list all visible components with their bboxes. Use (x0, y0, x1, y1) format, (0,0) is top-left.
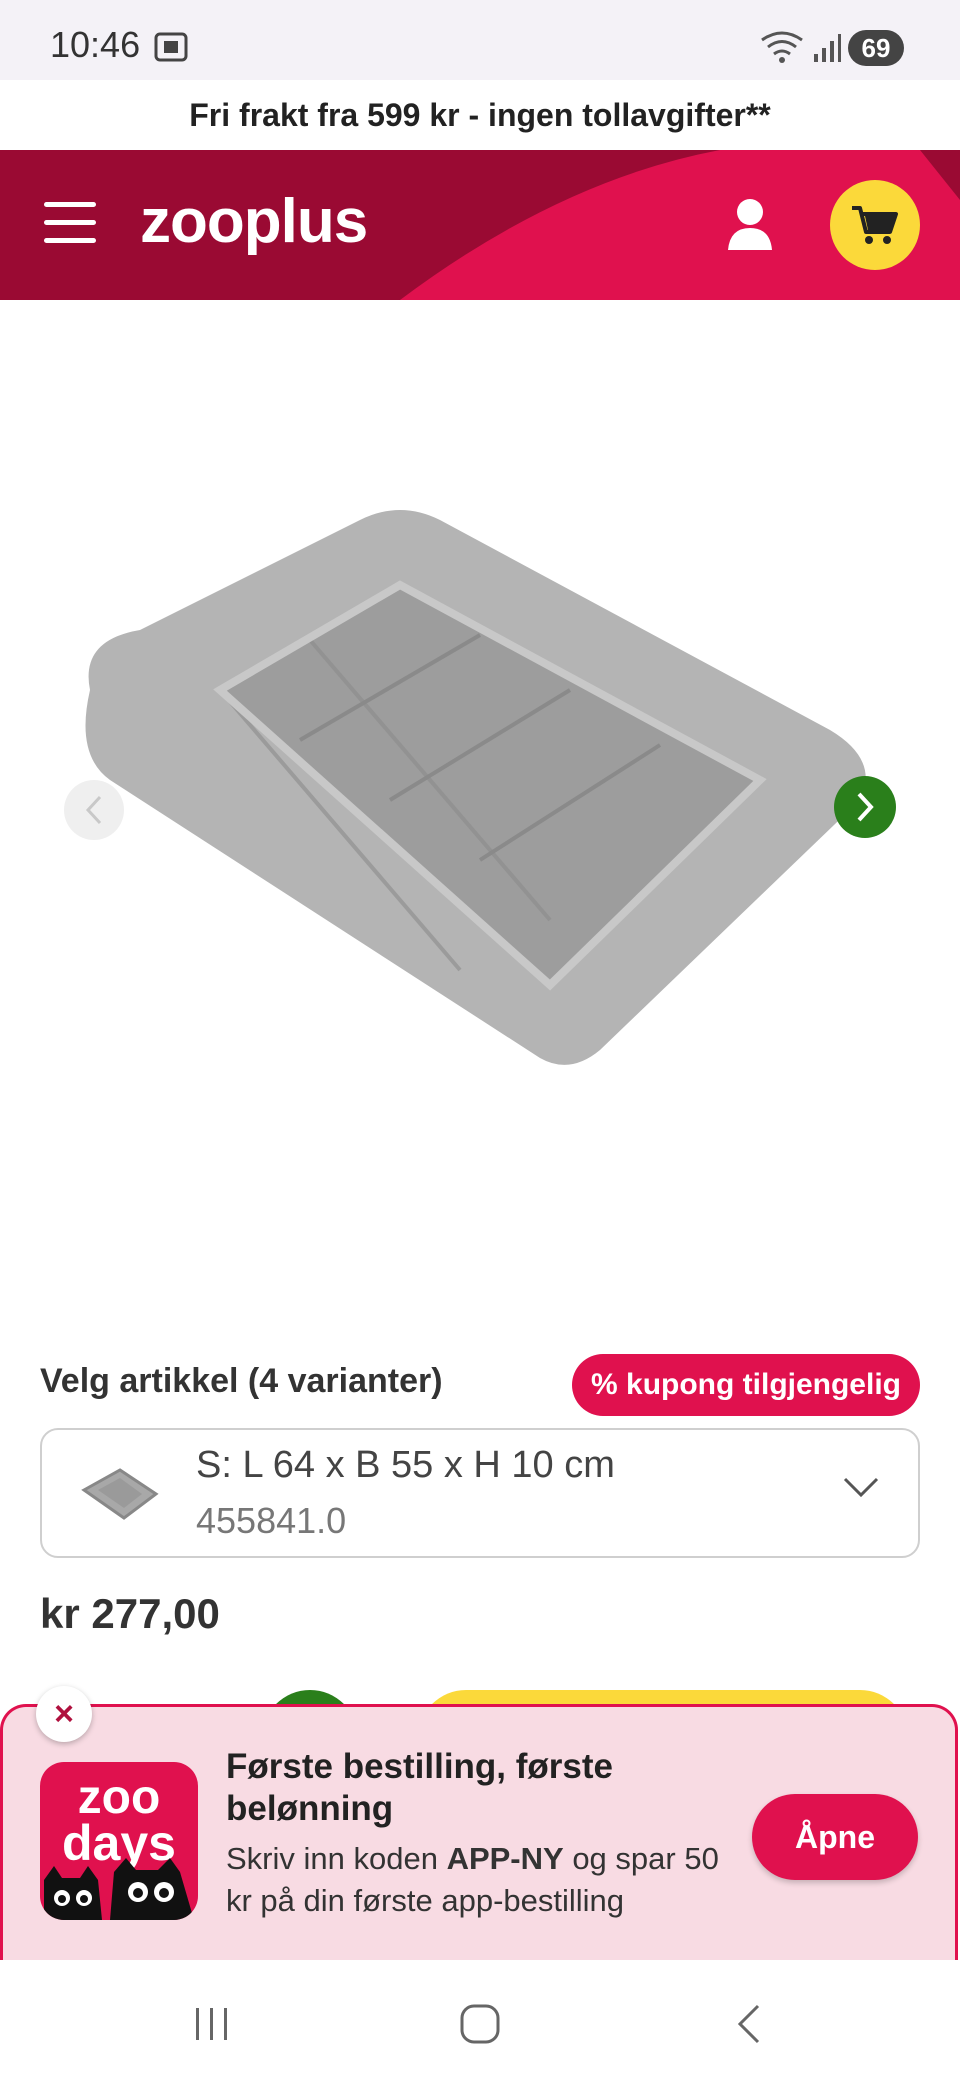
zoodays-logo: zoo days (40, 1762, 198, 1920)
account-icon[interactable] (724, 196, 776, 252)
carousel-next-button[interactable] (834, 776, 896, 838)
product-price: kr 277,00 (40, 1590, 220, 1637)
banner-title: Første bestilling, første belønning (226, 1747, 613, 1828)
chevron-left-icon (85, 795, 102, 825)
variant-sku: 455841.0 (196, 1500, 347, 1541)
recent-apps-icon[interactable] (192, 2004, 232, 2044)
chevron-down-icon (843, 1477, 879, 1498)
shipping-promo-text[interactable]: Fri frakt fra 599 kr - ingen tollavgifte… (0, 80, 960, 150)
cart-button[interactable] (830, 180, 920, 270)
site-header: zooplus (0, 150, 960, 300)
banner-text: Skriv inn koden APP-NY og spar 50 kr på … (226, 1841, 719, 1918)
carousel-prev-button[interactable] (64, 780, 124, 840)
status-time: 10:46 (50, 24, 141, 65)
product-image-pet-bed[interactable] (70, 480, 890, 1100)
signal-icon (812, 32, 842, 64)
home-icon[interactable] (458, 2002, 502, 2046)
wifi-icon (760, 30, 804, 64)
cats-illustration (44, 1858, 194, 1920)
open-app-button[interactable]: Åpne (752, 1794, 918, 1880)
screenshot-icon (154, 32, 188, 62)
menu-icon[interactable] (44, 202, 96, 246)
battery-indicator: 69 (848, 30, 904, 66)
cart-icon (852, 206, 898, 244)
back-icon[interactable] (734, 2002, 764, 2046)
coupon-badge[interactable]: % kupong tilgjengelig (572, 1354, 920, 1416)
chevron-right-icon (857, 792, 874, 822)
close-banner-button[interactable]: × (36, 1686, 92, 1742)
variant-heading: Velg artikkel (4 varianter) (40, 1362, 443, 1400)
system-nav-bar (0, 1960, 960, 2080)
variant-thumbnail (81, 1468, 159, 1520)
zooplus-logo[interactable]: zooplus (140, 186, 368, 257)
promo-code: APP-NY (446, 1841, 564, 1876)
variant-dropdown[interactable]: S: L 64 x B 55 x H 10 cm 455841.0 (40, 1428, 920, 1558)
variant-name: S: L 64 x B 55 x H 10 cm (196, 1444, 615, 1486)
